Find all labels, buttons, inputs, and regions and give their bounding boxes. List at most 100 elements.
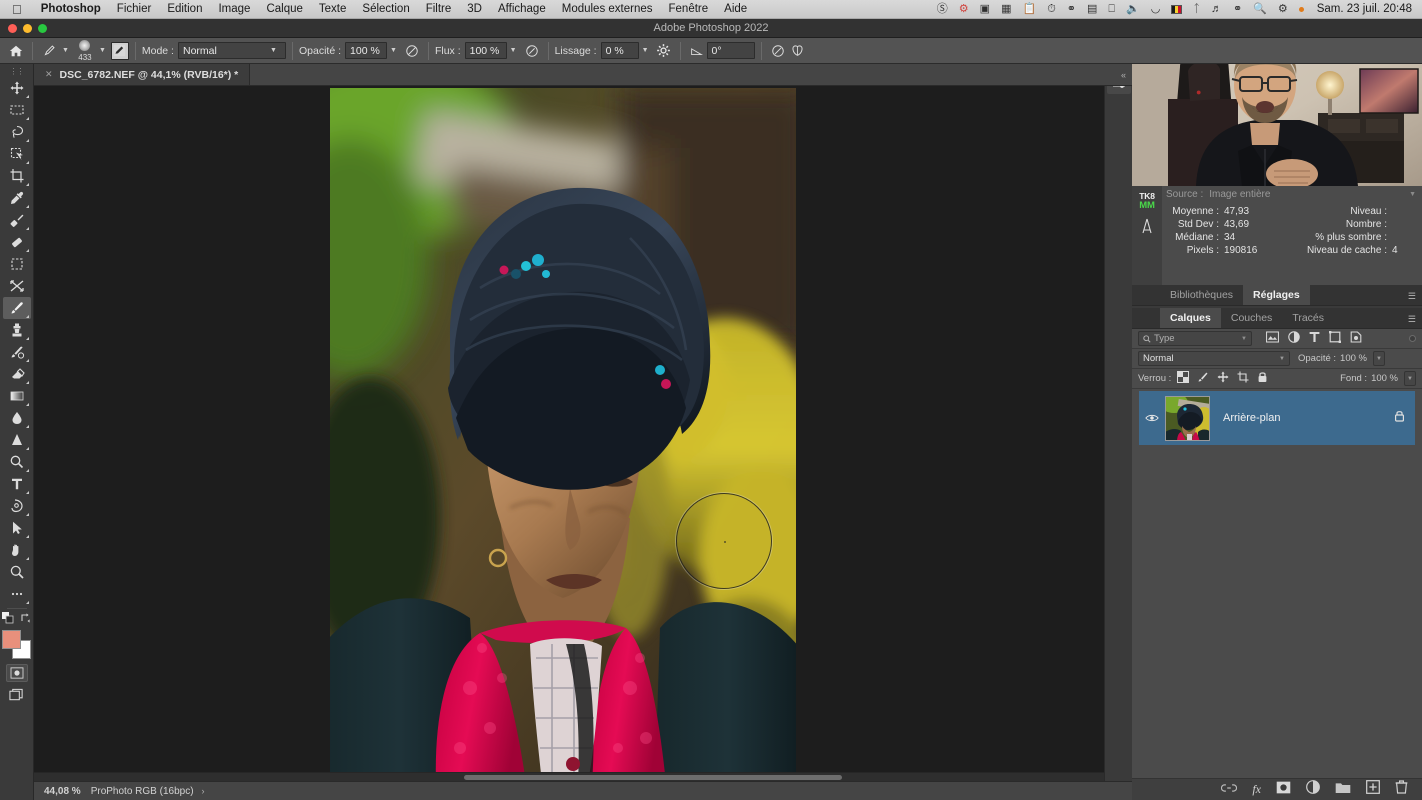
edit-toolbar-ellipsis-icon[interactable]	[3, 583, 31, 605]
opacity-input[interactable]: 100 %	[345, 42, 388, 59]
brush-preset-icon[interactable]	[39, 41, 59, 61]
new-layer-icon[interactable]	[1366, 780, 1380, 799]
bluejeans-icon[interactable]: ⚙	[959, 3, 969, 15]
spotlight-search-icon[interactable]: 🔍	[1253, 3, 1267, 15]
dodge-tool[interactable]	[3, 429, 31, 451]
siri-icon[interactable]: ⚙	[1278, 3, 1288, 15]
lock-transparency-icon[interactable]	[1177, 371, 1190, 386]
pressure-opacity-icon[interactable]	[402, 41, 422, 61]
hand-tool[interactable]	[3, 539, 31, 561]
layer-opacity-value[interactable]: 100 %	[1340, 353, 1367, 364]
brush-panel-icon[interactable]	[110, 41, 129, 60]
menu-filtre[interactable]: Filtre	[418, 3, 460, 15]
lasso-tool[interactable]	[3, 121, 31, 143]
tab-couches[interactable]: Couches	[1220, 308, 1283, 328]
close-icon[interactable]: ✕	[45, 69, 53, 80]
close-window-button[interactable]	[8, 24, 17, 33]
lock-all-icon[interactable]	[1257, 371, 1268, 386]
volume-icon[interactable]: 🔈	[1126, 3, 1140, 15]
tab-traces[interactable]: Tracés	[1282, 308, 1335, 328]
pressure-size-icon[interactable]	[768, 41, 788, 61]
tab-bibliotheques[interactable]: Bibliothèques	[1160, 285, 1244, 305]
menu-affichage[interactable]: Affichage	[490, 3, 554, 15]
quick-mask-icon[interactable]	[5, 664, 28, 682]
tab-calques[interactable]: Calques	[1160, 308, 1221, 328]
eraser-tool[interactable]	[3, 363, 31, 385]
spot-healing-brush-tool[interactable]	[3, 209, 31, 231]
smoothing-input[interactable]: 0 %	[600, 42, 639, 59]
move-tool[interactable]	[3, 77, 31, 99]
menu-calque[interactable]: Calque	[258, 3, 310, 15]
delete-layer-icon[interactable]	[1395, 780, 1408, 799]
document-tab[interactable]: ✕ DSC_6782.NEF @ 44,1% (RVB/16*) *	[34, 64, 251, 85]
link-layers-icon[interactable]	[1221, 781, 1238, 799]
home-icon[interactable]	[6, 41, 26, 61]
smoothing-chevron-down-icon[interactable]: ▼	[642, 47, 649, 54]
panel-menu-icon[interactable]: ☰	[1408, 291, 1416, 302]
menu-fenetre[interactable]: Fenêtre	[661, 3, 717, 15]
transform-tool[interactable]	[3, 275, 31, 297]
layer-name[interactable]: Arrière-plan	[1223, 412, 1280, 424]
minimize-window-button[interactable]	[23, 24, 32, 33]
monitor-icon[interactable]: ⎕	[1108, 3, 1115, 15]
bluetooth-icon[interactable]: ᛏ	[1193, 3, 1200, 15]
document-image[interactable]	[330, 88, 796, 781]
pen-tool[interactable]	[3, 495, 31, 517]
menu-image[interactable]: Image	[210, 3, 258, 15]
fill-value[interactable]: 100 %	[1371, 373, 1398, 384]
collapse-arrows-icon[interactable]: «	[1115, 64, 1132, 85]
eye-icon[interactable]	[1139, 413, 1165, 423]
layer-row-arriere-plan[interactable]: Arrière-plan	[1139, 391, 1415, 445]
layer-style-fx-icon[interactable]: fx	[1252, 782, 1261, 797]
zoom-tool[interactable]	[3, 561, 31, 583]
default-colors-icon[interactable]	[1, 611, 14, 629]
menu-aide[interactable]: Aide	[716, 3, 755, 15]
brush-size-preview[interactable]: 433	[74, 39, 96, 62]
brush-preset-chevron-down-icon[interactable]: ▼	[62, 47, 69, 54]
menu-photoshop[interactable]: Photoshop	[33, 3, 109, 15]
plugin-tool-icon[interactable]	[1139, 218, 1155, 241]
tk-actions-icon[interactable]: TK8 MM	[1139, 192, 1155, 210]
chevron-down-icon[interactable]: ▼	[1409, 191, 1416, 198]
time-machine-icon[interactable]: ⏱	[1047, 3, 1056, 15]
panel-menu-icon[interactable]: ☰	[1408, 314, 1416, 325]
patch-tool[interactable]	[3, 231, 31, 253]
bartender-icon[interactable]: ▤	[1087, 3, 1097, 15]
type-tool[interactable]	[3, 473, 31, 495]
lock-image-icon[interactable]	[1197, 371, 1209, 386]
shape-filter-icon[interactable]	[1329, 330, 1341, 348]
chevron-down-icon[interactable]: ▼	[1241, 336, 1247, 342]
eyedropper-tool[interactable]	[3, 187, 31, 209]
controlcenter-icon[interactable]: ⚭	[1233, 3, 1242, 15]
history-brush-tool[interactable]	[3, 341, 31, 363]
menu-modules-externes[interactable]: Modules externes	[554, 3, 661, 15]
menu-selection[interactable]: Sélection	[354, 3, 417, 15]
flow-chevron-down-icon[interactable]: ▼	[510, 47, 517, 54]
display-mirror-icon[interactable]: ▦	[1001, 3, 1011, 15]
type-filter-icon[interactable]	[1309, 330, 1320, 348]
lock-icon[interactable]	[1394, 409, 1405, 427]
layer-blend-mode-select[interactable]: Normal ▼	[1138, 351, 1290, 366]
chevron-right-icon[interactable]: ›	[202, 786, 205, 796]
airbrush-icon[interactable]	[522, 41, 542, 61]
gear-icon[interactable]	[654, 41, 674, 61]
histogram-source-row[interactable]: Source : Image entière ▼	[1162, 186, 1422, 203]
angle-input[interactable]: 0°	[706, 42, 755, 59]
headphones-icon[interactable]: ♬	[1211, 3, 1222, 15]
crop-tool[interactable]	[3, 165, 31, 187]
menu-edition[interactable]: Edition	[159, 3, 210, 15]
canvas-area[interactable]	[34, 86, 1132, 781]
rectangular-marquee-tool[interactable]	[3, 99, 31, 121]
path-selection-tool[interactable]	[3, 517, 31, 539]
symmetry-butterfly-icon[interactable]	[788, 41, 808, 61]
belgium-flag-icon[interactable]	[1171, 4, 1183, 14]
add-mask-icon[interactable]	[1276, 781, 1291, 799]
clone-stamp-tool[interactable]	[3, 319, 31, 341]
frame-tool[interactable]	[3, 253, 31, 275]
object-selection-tool[interactable]	[3, 143, 31, 165]
screen-record-icon[interactable]: ▣	[980, 3, 990, 15]
brush-tool[interactable]	[2, 297, 31, 319]
adjustment-layer-icon[interactable]	[1306, 780, 1320, 799]
scrollbar-thumb[interactable]	[464, 775, 842, 780]
blend-mode-select[interactable]: Normal ▼	[177, 42, 286, 59]
